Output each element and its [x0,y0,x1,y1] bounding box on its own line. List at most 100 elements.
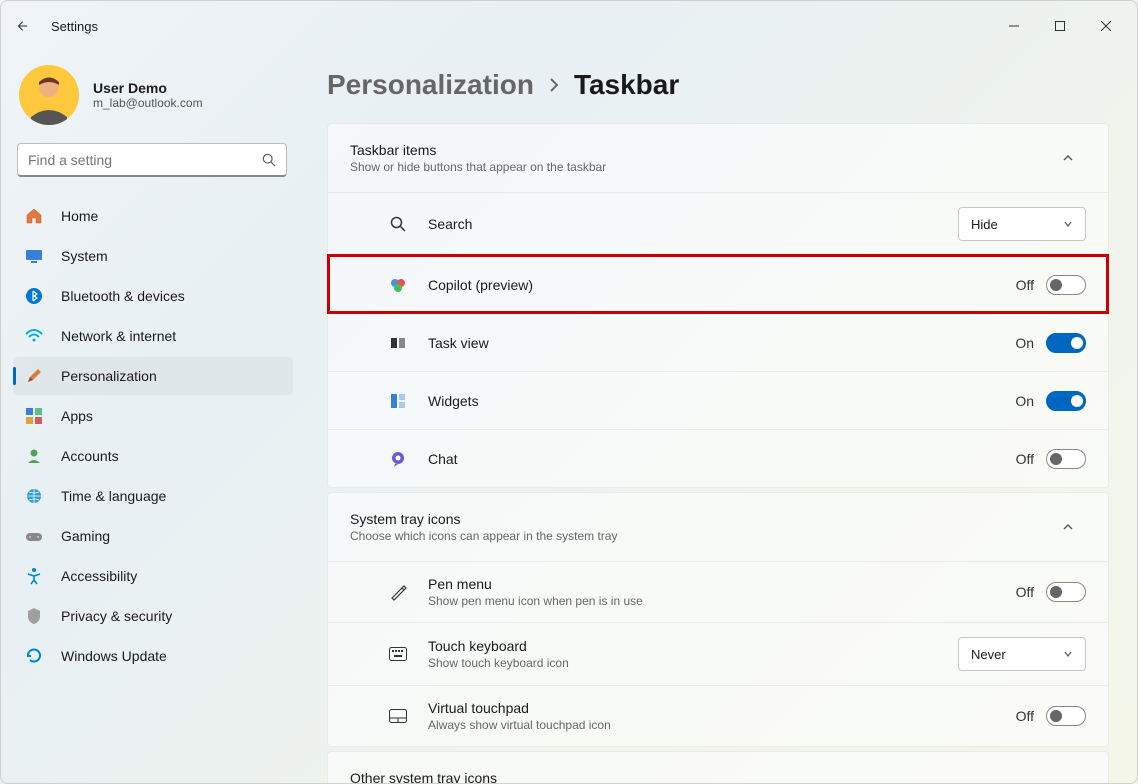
chevron-down-icon[interactable] [1050,768,1086,783]
row-sublabel: Show pen menu icon when pen is in use [428,594,1016,608]
sidebar-item-gaming[interactable]: Gaming [13,517,293,555]
minimize-button[interactable] [991,11,1037,41]
row-taskview: Task view On [328,313,1108,371]
row-copilot: Copilot (preview) Off [328,255,1108,313]
profile-block[interactable]: User Demo m_lab@outlook.com [13,59,293,143]
row-chat: Chat Off [328,429,1108,487]
sidebar-item-home[interactable]: Home [13,197,293,235]
search-icon [262,153,276,167]
row-touch-keyboard: Touch keyboard Show touch keyboard icon … [328,622,1108,685]
bluetooth-icon [25,287,43,305]
row-widgets: Widgets On [328,371,1108,429]
breadcrumb-current: Taskbar [574,69,679,101]
content-area: User Demo m_lab@outlook.com Home System [1,51,1137,783]
sidebar-item-apps[interactable]: Apps [13,397,293,435]
sidebar-item-accessibility[interactable]: Accessibility [13,557,293,595]
search-dropdown[interactable]: Hide [958,207,1086,241]
section-subtitle: Show or hide buttons that appear on the … [350,160,1050,174]
brush-icon [25,367,43,385]
breadcrumb-parent[interactable]: Personalization [327,69,534,101]
pen-icon [388,582,408,602]
chevron-down-icon [1063,219,1073,229]
section-title: System tray icons [350,511,1050,527]
section-title: Taskbar items [350,142,1050,158]
other-tray-card: Other system tray icons Show or hide add… [327,751,1109,783]
toggle-state: Off [1016,584,1034,600]
maximize-button[interactable] [1037,11,1083,41]
sidebar-item-label: System [61,248,108,264]
row-sublabel: Show touch keyboard icon [428,656,958,670]
settings-window: Settings User Demo m_lab@outlook.com [0,0,1138,784]
toggle-state: Off [1016,451,1034,467]
sidebar-item-time[interactable]: Time & language [13,477,293,515]
sidebar-item-label: Gaming [61,528,110,544]
sidebar-item-label: Home [61,208,98,224]
search-box[interactable] [17,143,287,177]
sidebar-item-label: Privacy & security [61,608,172,624]
taskview-icon [388,333,408,353]
row-sublabel: Always show virtual touchpad icon [428,718,1016,732]
close-button[interactable] [1083,11,1129,41]
sidebar-item-update[interactable]: Windows Update [13,637,293,675]
touchpad-toggle[interactable] [1046,706,1086,726]
chat-toggle[interactable] [1046,449,1086,469]
dropdown-value: Hide [971,217,998,232]
update-icon [25,647,43,665]
back-button[interactable] [9,14,33,38]
row-label: Virtual touchpad [428,700,1016,716]
nav-list: Home System Bluetooth & devices Network … [13,197,293,675]
row-label: Task view [428,335,1015,351]
touchpad-icon [388,706,408,726]
search-input[interactable] [28,152,262,168]
toggle-state: On [1015,335,1034,351]
widgets-icon [388,391,408,411]
taskview-toggle[interactable] [1046,333,1086,353]
home-icon [25,207,43,225]
copilot-toggle[interactable] [1046,275,1086,295]
sidebar-item-label: Network & internet [61,328,176,344]
chevron-up-icon[interactable] [1050,509,1086,545]
profile-email: m_lab@outlook.com [93,96,203,110]
row-label: Copilot (preview) [428,277,1016,293]
accessibility-icon [25,567,43,585]
row-label: Widgets [428,393,1015,409]
sidebar-item-accounts[interactable]: Accounts [13,437,293,475]
keyboard-icon [388,644,408,664]
sidebar-item-personalization[interactable]: Personalization [13,357,293,395]
breadcrumb: Personalization Taskbar [327,69,1109,101]
touch-keyboard-dropdown[interactable]: Never [958,637,1086,671]
avatar [19,65,79,125]
row-pen: Pen menu Show pen menu icon when pen is … [328,561,1108,622]
person-icon [25,447,43,465]
chevron-down-icon [1063,649,1073,659]
row-search: Search Hide [328,192,1108,255]
sidebar-item-label: Windows Update [61,648,167,664]
copilot-icon [388,275,408,295]
section-subtitle: Choose which icons can appear in the sys… [350,529,1050,543]
sidebar-item-label: Personalization [61,368,157,384]
row-virtual-touchpad: Virtual touchpad Always show virtual tou… [328,685,1108,746]
search-icon [388,214,408,234]
profile-name: User Demo [93,80,203,96]
sidebar-item-label: Bluetooth & devices [61,288,185,304]
sidebar-item-label: Accounts [61,448,119,464]
wifi-icon [25,327,43,345]
widgets-toggle[interactable] [1046,391,1086,411]
pen-toggle[interactable] [1046,582,1086,602]
taskbar-items-header[interactable]: Taskbar items Show or hide buttons that … [328,124,1108,192]
sidebar: User Demo m_lab@outlook.com Home System [1,51,301,783]
chevron-up-icon[interactable] [1050,140,1086,176]
toggle-state: Off [1016,277,1034,293]
row-label: Search [428,216,958,232]
other-tray-header[interactable]: Other system tray icons Show or hide add… [328,752,1108,783]
sidebar-item-label: Time & language [61,488,166,504]
sidebar-item-network[interactable]: Network & internet [13,317,293,355]
sidebar-item-bluetooth[interactable]: Bluetooth & devices [13,277,293,315]
system-tray-header[interactable]: System tray icons Choose which icons can… [328,493,1108,561]
titlebar: Settings [1,1,1137,51]
toggle-state: On [1015,393,1034,409]
sidebar-item-privacy[interactable]: Privacy & security [13,597,293,635]
chat-icon [388,449,408,469]
app-title: Settings [51,19,98,34]
sidebar-item-system[interactable]: System [13,237,293,275]
